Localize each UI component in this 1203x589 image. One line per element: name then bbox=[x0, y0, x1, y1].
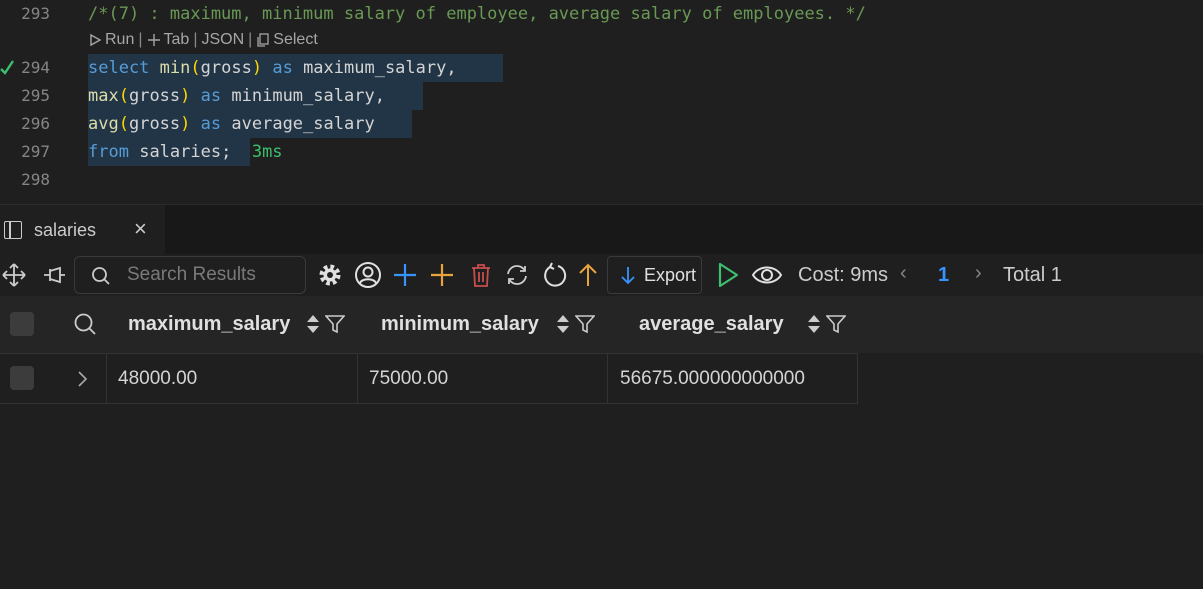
column-header-maximum-salary[interactable]: maximum_salary bbox=[128, 296, 290, 353]
execution-time: 3ms bbox=[251, 142, 283, 162]
editor-line-295: 295 max(gross) as minimum_salary, bbox=[0, 82, 1203, 110]
result-tab-bar: salaries × bbox=[0, 204, 1203, 255]
sort-icon[interactable] bbox=[806, 312, 822, 336]
next-page-button[interactable]: › bbox=[975, 262, 982, 285]
sql-code: from salaries; 3ms bbox=[88, 142, 283, 162]
export-button[interactable]: Export bbox=[607, 256, 702, 294]
play-outline-icon bbox=[90, 33, 102, 47]
sql-comment: /*(7) : maximum, minimum salary of emplo… bbox=[88, 4, 866, 24]
eye-icon[interactable] bbox=[750, 261, 784, 289]
trash-icon[interactable] bbox=[467, 261, 495, 289]
column-header-minimum-salary[interactable]: minimum_salary bbox=[381, 296, 539, 353]
table-row[interactable]: 48000.00 75000.00 56675.000000000000 bbox=[0, 353, 858, 404]
codelens-bar: Run | Tab | JSON | Select bbox=[88, 28, 318, 52]
column-tools bbox=[555, 312, 595, 336]
editor-line-297: 297 from salaries; 3ms bbox=[0, 138, 1203, 166]
sort-icon[interactable] bbox=[305, 312, 321, 336]
search-icon[interactable] bbox=[71, 310, 99, 338]
column-tools bbox=[305, 312, 345, 336]
editor-line-293: 293 /*(7) : maximum, minimum salary of e… bbox=[0, 0, 1203, 28]
editor-line-294: 294 select min(gross) as maximum_salary, bbox=[0, 54, 1203, 82]
arrow-down-icon bbox=[621, 267, 635, 285]
editor-line-296: 296 avg(gross) as average_salary bbox=[0, 110, 1203, 138]
select-codelens[interactable]: Select bbox=[256, 28, 318, 52]
search-box[interactable] bbox=[74, 256, 306, 294]
line-number: 296 bbox=[21, 114, 50, 133]
new-tab-codelens[interactable]: Tab bbox=[147, 28, 189, 52]
sync-icon[interactable] bbox=[503, 261, 531, 289]
refresh-icon[interactable] bbox=[541, 261, 569, 289]
column-tools bbox=[806, 312, 846, 336]
panel-icon bbox=[4, 221, 22, 239]
cell-maximum-salary[interactable]: 48000.00 bbox=[107, 354, 358, 403]
sql-code: select min(gross) as maximum_salary, bbox=[88, 58, 457, 78]
plus-icon bbox=[147, 34, 160, 46]
search-input[interactable] bbox=[127, 263, 297, 287]
results-grid: maximum_salary minimum_salary average_sa… bbox=[0, 296, 1203, 589]
search-icon bbox=[92, 267, 110, 285]
export-label: Export bbox=[644, 264, 697, 285]
sql-code: avg(gross) as average_salary bbox=[88, 114, 375, 134]
add-row-icon[interactable] bbox=[391, 261, 419, 289]
results-toolbar: Export Cost: 9ms ‹ 1 › Total 1 bbox=[0, 254, 1203, 296]
filter-icon[interactable] bbox=[826, 314, 846, 334]
sql-code: max(gross) as minimum_salary, bbox=[88, 86, 385, 106]
line-number: 297 bbox=[21, 142, 50, 161]
json-codelens[interactable]: JSON bbox=[201, 28, 244, 52]
column-header-average-salary[interactable]: average_salary bbox=[639, 296, 784, 353]
tab-label: salaries bbox=[34, 220, 97, 240]
previous-page-button[interactable]: ‹ bbox=[900, 262, 907, 285]
select-all-checkbox[interactable] bbox=[10, 312, 34, 336]
query-cost: Cost: 9ms bbox=[798, 264, 889, 286]
filter-icon[interactable] bbox=[325, 314, 345, 334]
copy-icon bbox=[257, 33, 269, 47]
current-page: 1 bbox=[938, 264, 950, 286]
cell-average-salary[interactable]: 56675.000000000000 bbox=[608, 354, 858, 403]
tab-salaries[interactable]: salaries × bbox=[0, 205, 165, 255]
user-circle-icon[interactable] bbox=[354, 261, 382, 289]
run-codelens[interactable]: Run bbox=[88, 28, 134, 52]
line-number: 293 bbox=[21, 4, 50, 23]
sql-editor[interactable]: 293 /*(7) : maximum, minimum salary of e… bbox=[0, 0, 1203, 204]
cell-minimum-salary[interactable]: 75000.00 bbox=[358, 354, 608, 403]
line-number: 295 bbox=[21, 86, 50, 105]
close-icon[interactable]: × bbox=[134, 218, 147, 240]
filter-icon[interactable] bbox=[575, 314, 595, 334]
total-count: Total 1 bbox=[1003, 264, 1062, 286]
sort-icon[interactable] bbox=[555, 312, 571, 336]
grid-header: maximum_salary minimum_salary average_sa… bbox=[0, 296, 1203, 353]
add-column-icon[interactable] bbox=[428, 261, 456, 289]
play-icon[interactable] bbox=[714, 261, 742, 289]
line-number: 294 bbox=[21, 58, 50, 77]
arrow-up-icon[interactable] bbox=[574, 261, 602, 289]
gear-icon[interactable] bbox=[316, 261, 344, 289]
move-icon[interactable] bbox=[0, 261, 28, 289]
pin-icon[interactable] bbox=[40, 261, 68, 289]
line-number: 298 bbox=[21, 170, 50, 189]
editor-line-298: 298 bbox=[0, 166, 1203, 194]
